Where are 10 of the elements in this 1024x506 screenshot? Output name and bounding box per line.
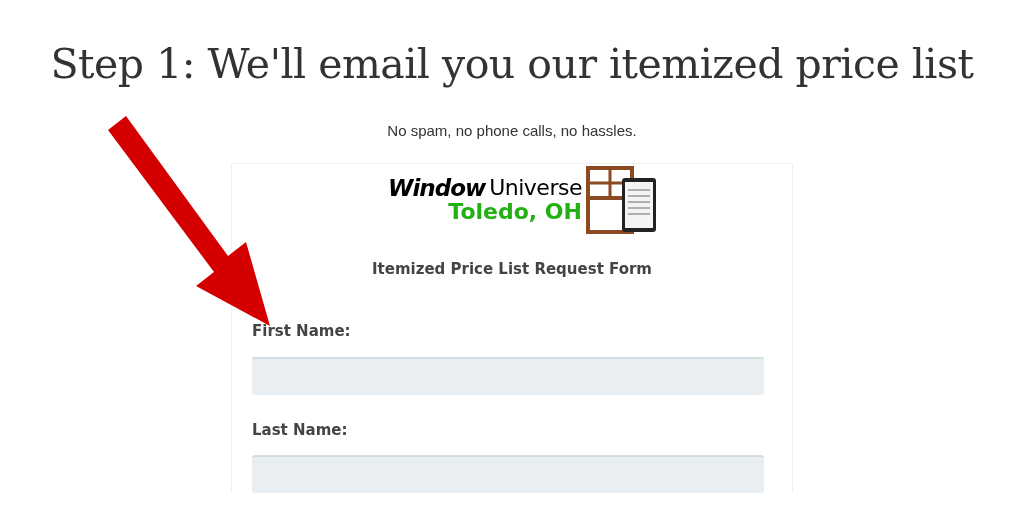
- logo-text: Window: [388, 174, 486, 201]
- subheading: No spam, no phone calls, no hassles.: [387, 121, 637, 141]
- logo-location: Toledo, OH: [448, 198, 582, 225]
- logo-text: Universe: [489, 174, 582, 201]
- field-label: First Name:: [252, 321, 351, 342]
- form-title: Itemized Price List Request Form: [371, 258, 653, 280]
- field-label: Last Name:: [252, 419, 348, 441]
- input-field[interactable]: [252, 356, 764, 395]
- input-field[interactable]: [252, 455, 764, 493]
- page-heading: Step 1: We'll email you our itemized price list: [50, 39, 974, 90]
